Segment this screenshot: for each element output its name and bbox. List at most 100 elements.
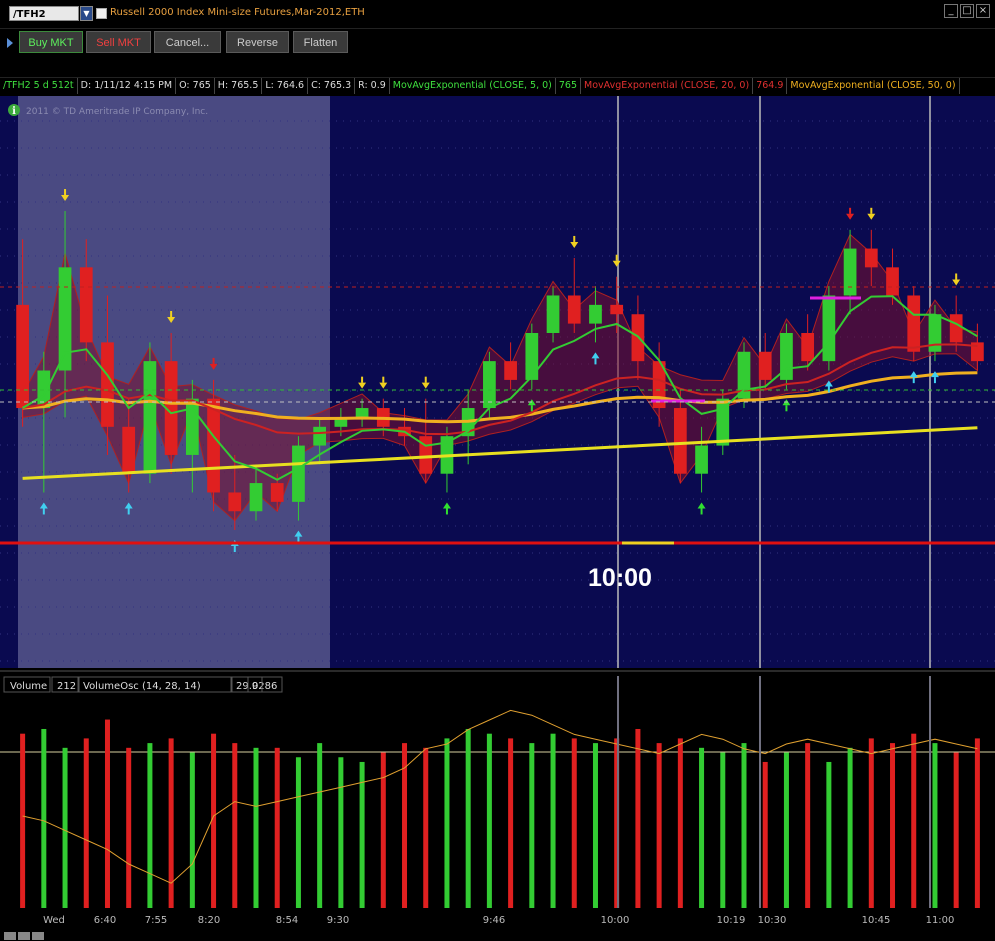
candle-body	[16, 304, 29, 409]
volume-bar	[890, 743, 896, 908]
scroll-left-icon[interactable]	[4, 932, 16, 940]
volume-bar	[911, 733, 917, 908]
candle-body	[525, 332, 539, 380]
chevron-down-icon[interactable]: ▼	[80, 6, 93, 21]
low-label: L: 764.6	[262, 78, 309, 94]
volume-bar	[20, 733, 26, 908]
volume-bar	[274, 747, 280, 908]
symbol-period-label[interactable]: /TFH2 5 d 512t	[0, 78, 78, 94]
open-label: O: 765	[176, 78, 215, 94]
volume-bar	[189, 752, 195, 908]
candle-body	[801, 332, 815, 362]
volume-bar	[677, 738, 683, 908]
volume-bar	[508, 738, 514, 908]
candle-body	[483, 361, 496, 409]
time-axis-label: 6:40	[94, 915, 116, 926]
maximize-icon[interactable]: □	[960, 4, 974, 18]
time-annotation: 10:00	[588, 564, 652, 592]
volume-bar	[253, 747, 259, 908]
candle-body	[546, 295, 560, 333]
volume-bar	[741, 743, 747, 908]
toolbar-spacer	[0, 58, 995, 76]
volume-bar	[423, 747, 429, 908]
volume-bar	[762, 761, 768, 908]
volume-bar	[826, 761, 832, 908]
scroll-right-icon[interactable]	[32, 932, 44, 940]
candle-body	[907, 295, 921, 352]
volume-osc-label[interactable]: VolumeOsc (14, 28, 14)	[83, 681, 201, 692]
ema50-label[interactable]: MovAvgExponential (CLOSE, 50, 0)	[787, 78, 960, 94]
time-axis-label: 8:20	[198, 915, 220, 926]
volume-bar	[444, 738, 450, 908]
cancel-button[interactable]: Cancel...	[154, 31, 221, 53]
time-axis-label: 11:00	[926, 915, 955, 926]
volume-bar	[529, 743, 535, 908]
time-axis-label: 10:30	[758, 915, 787, 926]
candle-body	[758, 351, 772, 380]
candle-body	[355, 408, 369, 418]
window-title: Russell 2000 Index Mini-size Futures,Mar…	[110, 7, 365, 18]
volume-bar	[783, 752, 789, 908]
candle-body	[207, 398, 220, 493]
volume-bar	[868, 738, 874, 908]
buy-market-button[interactable]: Buy MKT	[19, 31, 83, 53]
volume-bar	[104, 719, 110, 908]
grid-icon[interactable]	[96, 8, 107, 19]
volume-bar	[62, 747, 68, 908]
time-axis-label: 7:55	[145, 915, 167, 926]
volume-bar	[486, 733, 492, 908]
volume-bar	[932, 743, 938, 908]
candle-body	[843, 248, 857, 296]
sell-market-button[interactable]: Sell MKT	[86, 31, 151, 53]
volume-bar	[847, 747, 853, 908]
candle-body	[58, 267, 72, 371]
candle-body	[292, 445, 305, 502]
candle-body	[228, 492, 242, 512]
flatten-button[interactable]: Flatten	[293, 31, 348, 53]
ema20-label[interactable]: MovAvgExponential (CLOSE, 20, 0)	[581, 78, 754, 94]
volume-osc-zero: 0	[252, 681, 258, 692]
candle-body	[886, 267, 899, 296]
candle-body	[504, 361, 517, 380]
reverse-button[interactable]: Reverse	[226, 31, 289, 53]
volume-bar	[465, 728, 471, 908]
volume-bar	[126, 747, 132, 908]
volume-bar	[974, 738, 980, 908]
volume-bar	[550, 733, 556, 908]
candle-body	[610, 304, 624, 315]
candle-body	[589, 304, 602, 324]
symbol-input[interactable]: /TFH2	[9, 6, 79, 21]
volume-label: Volume	[10, 681, 47, 692]
time-axis-label: 8:54	[276, 915, 298, 926]
volume-bar	[656, 743, 662, 908]
svg-text:i: i	[12, 106, 16, 117]
ema5-value: 765	[556, 78, 582, 94]
title-bar: /TFH2 ▼ Russell 2000 Index Mini-size Fut…	[0, 0, 995, 29]
close-icon[interactable]: ×	[976, 4, 990, 18]
volume-bar	[380, 752, 386, 908]
minimize-icon[interactable]: _	[944, 4, 958, 18]
high-label: H: 765.5	[215, 78, 263, 94]
copyright-text: 2011 © TD Ameritrade IP Company, Inc.	[26, 107, 208, 117]
ema5-label[interactable]: MovAvgExponential (CLOSE, 5, 0)	[390, 78, 556, 94]
volume-bar	[359, 761, 365, 908]
time-axis-label: 10:00	[601, 915, 630, 926]
volume-bar	[317, 743, 323, 908]
candle-body	[122, 426, 136, 474]
candle-body	[79, 267, 93, 343]
volume-bar	[295, 757, 301, 908]
candle-body	[249, 483, 263, 512]
range-label: R: 0.9	[355, 78, 390, 94]
chart-info-bar: /TFH2 5 d 512t D: 1/11/12 4:15 PM O: 765 H:…	[0, 77, 995, 96]
volume-bar	[83, 738, 89, 908]
expand-arrow-icon[interactable]	[7, 38, 13, 48]
candle-body	[567, 295, 581, 324]
candle-body	[185, 398, 199, 455]
volume-bar	[147, 743, 153, 908]
candle-body	[864, 248, 878, 268]
candle-body	[313, 426, 327, 446]
zoom-icon[interactable]	[18, 932, 30, 940]
price-chart[interactable]: i 2011 © TD Ameritrade IP Company, Inc. …	[0, 96, 995, 941]
close-label: C: 765.3	[308, 78, 356, 94]
volume-bar	[571, 738, 577, 908]
